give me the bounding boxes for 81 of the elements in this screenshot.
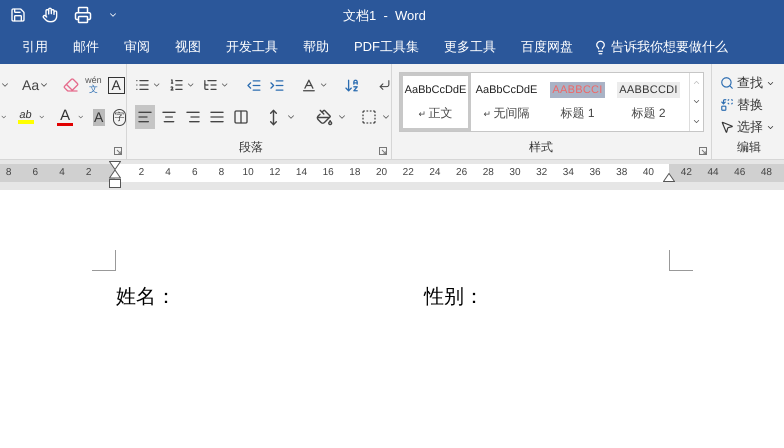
ribbon-tab[interactable]: PDF工具集 bbox=[354, 37, 419, 57]
bullets-icon[interactable] bbox=[135, 77, 150, 93]
numbering-icon[interactable] bbox=[169, 77, 184, 93]
shading-icon[interactable] bbox=[316, 108, 333, 126]
dialog-launcher-icon[interactable] bbox=[699, 147, 707, 155]
ruler-number: 24 bbox=[428, 166, 442, 180]
highlight-button[interactable]: ab bbox=[18, 110, 34, 124]
document-text: 姓名： bbox=[116, 285, 177, 310]
search-icon bbox=[720, 76, 734, 90]
group-label: 编辑 bbox=[737, 139, 761, 156]
font-color-button[interactable]: A bbox=[57, 108, 74, 126]
dialog-launcher-icon[interactable] bbox=[379, 147, 387, 155]
select-button[interactable]: 选择 bbox=[720, 116, 784, 138]
document-text: 性别： bbox=[424, 285, 485, 310]
ruler-number: 30 bbox=[508, 166, 522, 180]
ruler-number: 8 bbox=[4, 166, 12, 180]
ribbon-tab[interactable]: 邮件 bbox=[73, 37, 99, 57]
ribbon-tab[interactable]: 开发工具 bbox=[226, 37, 278, 57]
group-label: 段落 bbox=[239, 139, 263, 156]
eraser-icon[interactable] bbox=[63, 77, 80, 93]
replace-button[interactable]: 替换 bbox=[720, 94, 784, 116]
indent-marker-icon[interactable] bbox=[109, 161, 121, 189]
ruler-number: 2 bbox=[138, 166, 146, 180]
enclose-character-button[interactable]: 字 bbox=[112, 108, 126, 126]
ribbon-tab[interactable]: 审阅 bbox=[124, 37, 150, 57]
tell-me-field[interactable]: 告诉我你想要做什么 bbox=[593, 37, 728, 57]
ruler-number: 38 bbox=[615, 166, 628, 180]
margin-corner-icon bbox=[669, 250, 693, 271]
ruler-number: 6 bbox=[190, 166, 198, 180]
align-button[interactable] bbox=[135, 105, 155, 129]
ruler-number: 22 bbox=[402, 166, 415, 180]
ruler-number: 4 bbox=[164, 166, 172, 180]
ribbon-tab[interactable]: 更多工具 bbox=[444, 37, 496, 57]
ruler-number: 28 bbox=[482, 166, 495, 180]
ruler-number: 34 bbox=[562, 166, 575, 180]
lightbulb-icon bbox=[593, 40, 608, 54]
ribbon-tab[interactable]: 引用 bbox=[22, 37, 48, 57]
change-case-button[interactable]: Aa bbox=[22, 74, 50, 96]
pointer-icon bbox=[720, 120, 734, 134]
ribbon-tab[interactable]: 百度网盘 bbox=[521, 37, 573, 57]
ruler-number: 12 bbox=[268, 166, 282, 180]
ruler-number: 8 bbox=[218, 166, 226, 180]
ruler-number: 10 bbox=[242, 166, 255, 180]
ruler-number: 16 bbox=[322, 166, 335, 180]
ruler-number: 4 bbox=[58, 166, 66, 180]
ruler-number: 26 bbox=[455, 166, 468, 180]
group-label: 样式 bbox=[529, 139, 553, 156]
multilevel-list-icon[interactable] bbox=[203, 77, 218, 93]
style-item[interactable]: AABBCCDI 标题 2 bbox=[613, 73, 684, 131]
ruler-number: 32 bbox=[535, 166, 548, 180]
ruler-number: 2 bbox=[84, 166, 92, 180]
ribbon-tab[interactable]: 帮助 bbox=[303, 37, 329, 57]
character-border-button[interactable]: A bbox=[108, 76, 125, 94]
hand-icon[interactable] bbox=[42, 7, 58, 23]
paragraph-mark-icon[interactable] bbox=[378, 78, 392, 92]
ruler-number: 44 bbox=[706, 166, 720, 180]
right-indent-marker-icon[interactable] bbox=[663, 173, 675, 182]
ruler-number: 6 bbox=[32, 166, 40, 180]
ribbon-tab[interactable]: 视图 bbox=[175, 37, 201, 57]
character-shading-button[interactable]: A bbox=[92, 108, 105, 126]
style-item[interactable]: AaBbCcDdE ↵ 正文 bbox=[400, 73, 471, 131]
dialog-launcher-icon[interactable] bbox=[114, 147, 122, 155]
style-item[interactable]: AABBCCI 标题 1 bbox=[542, 73, 613, 131]
phonetic-guide-button[interactable]: wén 文 bbox=[85, 76, 102, 94]
ruler-number: 48 bbox=[760, 166, 773, 180]
find-button[interactable]: 查找 bbox=[720, 72, 784, 94]
style-item[interactable]: AaBbCcDdE ↵ 无间隔 bbox=[471, 73, 542, 131]
ruler-number: 36 bbox=[588, 166, 602, 180]
ruler-number: 20 bbox=[374, 166, 388, 180]
ruler-number: 14 bbox=[294, 166, 308, 180]
margin-corner-icon bbox=[92, 250, 116, 271]
sort-icon[interactable] bbox=[344, 76, 360, 94]
window-title: 文档1 - Word bbox=[343, 7, 426, 25]
printer-icon[interactable] bbox=[74, 6, 92, 24]
save-icon[interactable] bbox=[10, 7, 26, 23]
borders-icon[interactable] bbox=[361, 109, 377, 125]
ruler-number: 40 bbox=[642, 166, 655, 180]
replace-icon bbox=[720, 98, 734, 112]
ruler-number: 42 bbox=[680, 166, 693, 180]
ruler-number: 18 bbox=[348, 166, 362, 180]
ruler-number: 46 bbox=[733, 166, 746, 180]
